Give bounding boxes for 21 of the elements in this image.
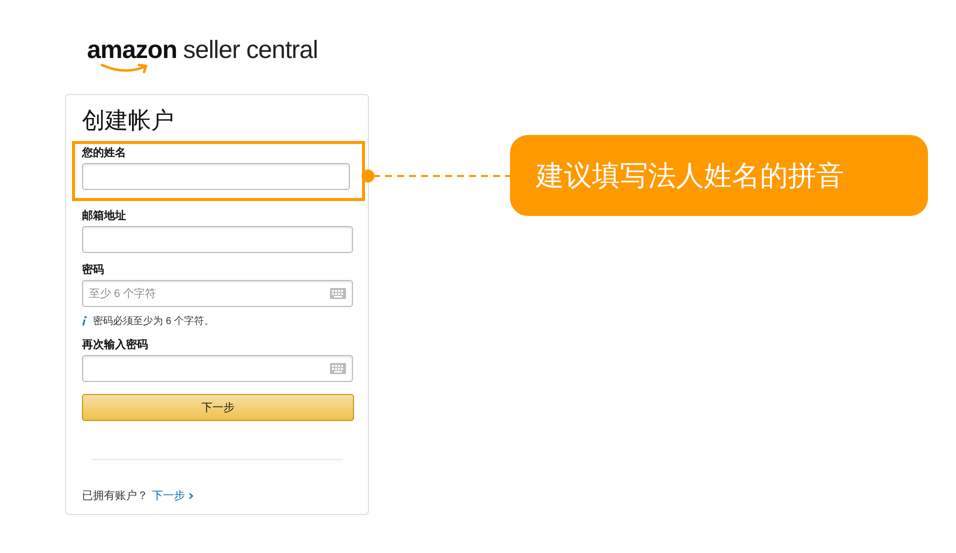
field-label: 再次输入密码 bbox=[82, 338, 149, 352]
input-field[interactable] bbox=[82, 163, 350, 190]
field-label: 您的姓名 bbox=[82, 146, 127, 160]
caret-icon bbox=[189, 492, 193, 498]
logo-product-text: seller central bbox=[183, 38, 318, 63]
field-label: 邮箱地址 bbox=[82, 209, 127, 223]
input-field[interactable]: 至少 6 个字符 bbox=[82, 280, 353, 307]
form-title: 创建帐户 bbox=[82, 106, 175, 135]
keyboard-icon[interactable] bbox=[330, 363, 346, 374]
smile-arrow-icon bbox=[100, 63, 150, 75]
next-button[interactable]: 下一步 bbox=[82, 394, 354, 421]
hint-text: 密码必须至少为 6 个字符。 bbox=[93, 314, 214, 328]
info-icon bbox=[82, 316, 87, 326]
field-label: 密码 bbox=[82, 263, 105, 277]
sign-in-link[interactable]: 下一步 bbox=[152, 488, 185, 503]
keyboard-icon[interactable] bbox=[330, 288, 346, 299]
input-field[interactable] bbox=[82, 355, 353, 382]
input-field[interactable] bbox=[82, 226, 353, 253]
callout-label: 建议填写法人姓名的拼音 bbox=[510, 135, 928, 216]
footer-text: 已拥有账户？ bbox=[82, 488, 148, 503]
logo-brand-text: amazon bbox=[87, 38, 178, 63]
